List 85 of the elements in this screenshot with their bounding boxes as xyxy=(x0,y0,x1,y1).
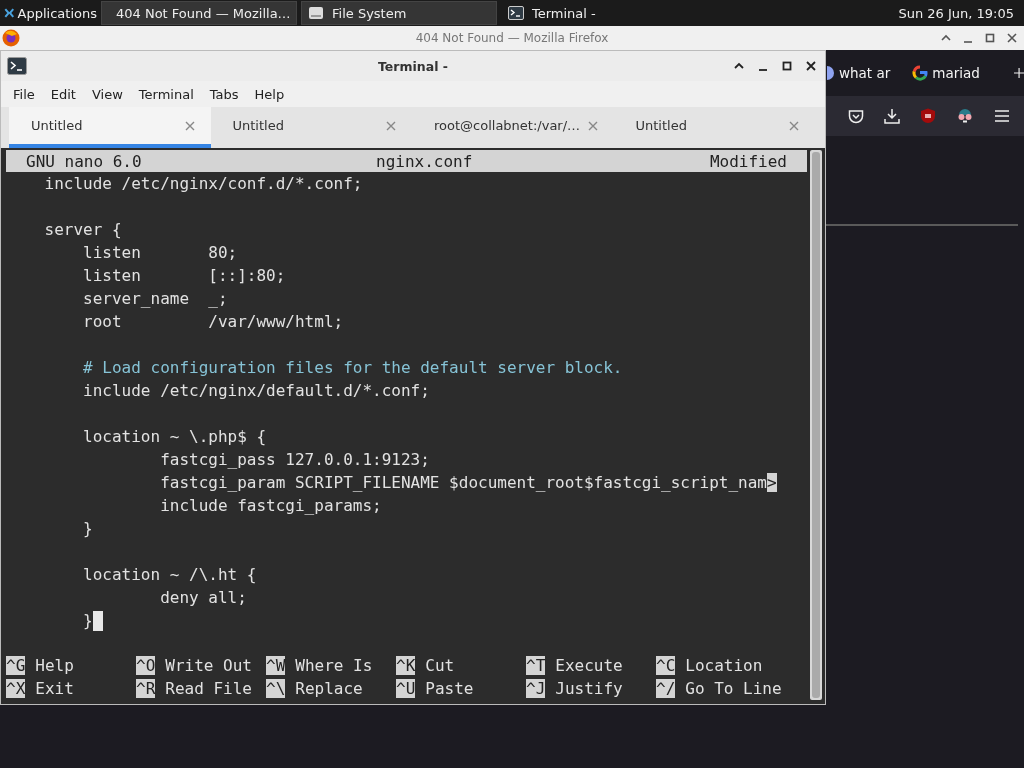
shortcut-label: Cut xyxy=(425,655,455,675)
menu-icon[interactable] xyxy=(994,108,1010,124)
code-line: } xyxy=(82,611,93,630)
tab-label: Untitled xyxy=(232,118,284,133)
drive-icon xyxy=(308,5,324,21)
code-line: root /var/www/html; xyxy=(82,312,344,331)
shortcut-key: ^G xyxy=(6,655,26,675)
shortcut-label: Help xyxy=(35,655,74,675)
new-tab-icon[interactable] xyxy=(1013,66,1024,80)
site-icon xyxy=(912,65,929,81)
window-title: Terminal - xyxy=(378,58,448,74)
menu-item[interactable]: View xyxy=(83,86,131,102)
applications-menu[interactable]: Applications xyxy=(0,0,101,26)
close-icon[interactable] xyxy=(805,60,817,72)
overflow-mark: > xyxy=(767,473,777,492)
restore-icon[interactable] xyxy=(781,60,793,72)
code-line: listen [::]:80; xyxy=(82,266,286,285)
shortcut-key: ^/ xyxy=(656,678,676,698)
shortcut-key: ^O xyxy=(136,655,156,675)
shortcut-label: Write Out xyxy=(165,655,252,675)
download-icon[interactable] xyxy=(884,108,900,124)
terminal-tab[interactable]: Untitled xyxy=(210,107,412,148)
terminal-icon xyxy=(508,5,524,21)
code-line: location ~ \.php$ { xyxy=(82,427,267,446)
shortcut-label: Go To Line xyxy=(685,678,782,698)
mask-icon[interactable] xyxy=(956,108,974,124)
shortcut-key: ^K xyxy=(396,655,416,675)
code-line: server_name _; xyxy=(82,289,228,308)
code-comment: # Load configuration files for the default server block. xyxy=(82,358,623,377)
firefox-icon xyxy=(2,29,20,47)
taskbar-button[interactable]: 404 Not Found — Mozilla… xyxy=(101,1,297,25)
taskbar-button[interactable]: File System xyxy=(301,1,497,25)
menu-item[interactable]: Tabs xyxy=(201,86,247,102)
code-line: listen 80; xyxy=(82,243,238,262)
globe-icon xyxy=(827,65,835,81)
scrollbar[interactable] xyxy=(810,150,822,700)
terminal-icon xyxy=(7,57,27,75)
shortcut-label: Execute xyxy=(555,655,623,675)
menu-icon xyxy=(4,5,15,21)
tab-title: mariad xyxy=(932,65,980,81)
close-icon[interactable] xyxy=(1006,32,1018,44)
code-line: fastcgi_param SCRIPT_FILENAME $document_root$fastcgi_script_nam xyxy=(159,473,767,492)
browser-tab[interactable]: mariad xyxy=(912,65,980,81)
tab-label: Untitled xyxy=(31,118,83,133)
modified-status: Modified xyxy=(709,151,787,171)
shortcut-label: Read File xyxy=(165,678,252,698)
shield-icon[interactable] xyxy=(920,108,936,124)
terminal-tab[interactable]: Untitled xyxy=(9,107,211,148)
menu-item[interactable]: Help xyxy=(246,86,293,102)
shortcut-key: ^T xyxy=(526,655,546,675)
tab-label: Untitled xyxy=(635,118,687,133)
shortcut-key: ^\ xyxy=(266,678,286,698)
pocket-icon[interactable] xyxy=(848,108,864,124)
shortcut-label: Exit xyxy=(35,678,74,698)
code-line: location ~ /\.ht { xyxy=(82,565,257,584)
editor-version: GNU nano 6.0 xyxy=(26,151,142,171)
code-line: server { xyxy=(43,220,122,239)
shortcut-key: ^X xyxy=(6,678,26,698)
shortcut-key: ^C xyxy=(656,655,676,675)
shortcut-key: ^R xyxy=(136,678,156,698)
menu-item[interactable]: Edit xyxy=(42,86,84,102)
shortcut-label: Paste xyxy=(425,678,474,698)
shortcut-key: ^U xyxy=(396,678,416,698)
menu-item[interactable]: File xyxy=(5,86,43,102)
restore-icon[interactable] xyxy=(984,32,996,44)
shortcut-label: Replace xyxy=(295,678,363,698)
code-line: deny all; xyxy=(159,588,247,607)
terminal-tab[interactable]: root@collabnet:/var/… xyxy=(412,107,614,148)
file-name: nginx.conf xyxy=(376,151,473,171)
browser-tab[interactable]: what ar xyxy=(827,65,891,81)
tab-label: root@collabnet:/var/… xyxy=(434,118,581,133)
clock: Sun 26 Jun, 19:05 xyxy=(898,5,1015,21)
shortcut-label: Justify xyxy=(555,678,623,698)
shortcut-key: ^J xyxy=(526,678,546,698)
code-line: include fastcgi_params; xyxy=(159,496,382,515)
shortcut-label: Where Is xyxy=(295,655,373,675)
tab-title: what ar xyxy=(839,65,891,81)
shortcut-label: Location xyxy=(685,655,763,675)
code-line: include /etc/nginx/default.d/*.conf; xyxy=(82,381,430,400)
code-line: include /etc/nginx/conf.d/*.conf; xyxy=(43,174,363,193)
code-line: } xyxy=(82,519,93,538)
window-title: 404 Not Found — Mozilla Firefox xyxy=(415,31,609,45)
terminal-tab[interactable]: Untitled xyxy=(613,107,815,148)
code-line: fastcgi_pass 127.0.0.1:9123; xyxy=(159,450,430,469)
menu-item[interactable]: Terminal xyxy=(130,86,202,102)
